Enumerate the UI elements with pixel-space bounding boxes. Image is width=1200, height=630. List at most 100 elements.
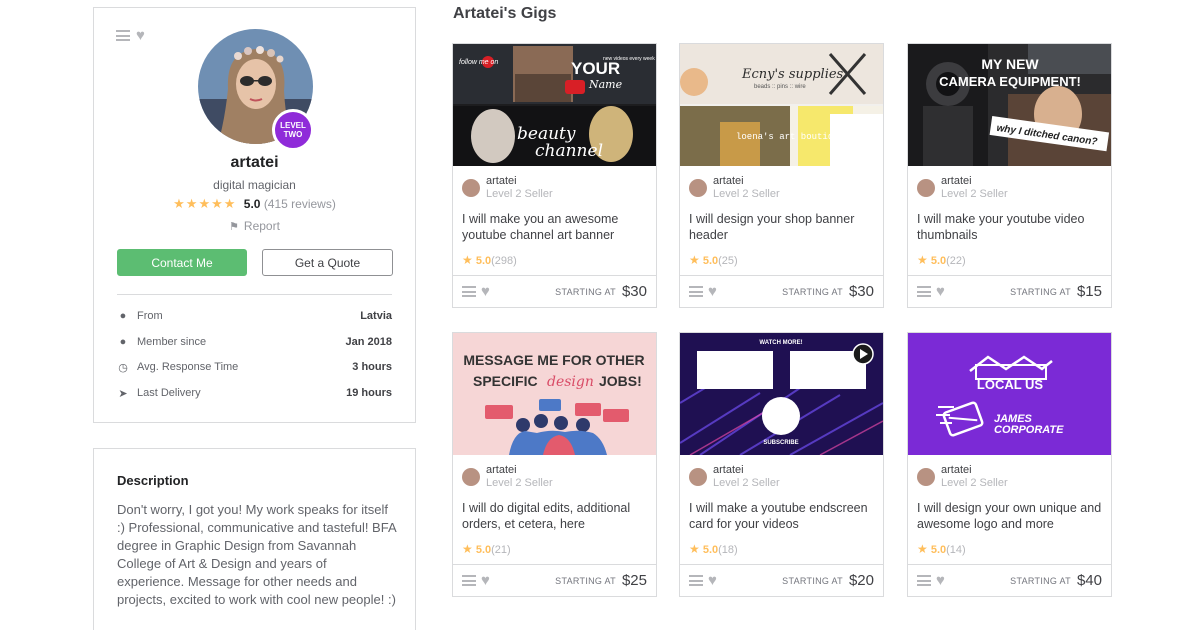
gig-thumb-text: MY NEW	[981, 56, 1039, 72]
gig-title[interactable]: I will make a youtube endscreen card for…	[689, 500, 875, 532]
report-link[interactable]: ⚑ Report	[94, 219, 415, 233]
gig-card[interactable]: LOCAL US JAMES CORPORATE artatei Level 2…	[907, 332, 1112, 597]
rating-count[interactable]: (415 reviews)	[264, 197, 336, 211]
gig-rating: ★ 5.0(14)	[917, 542, 966, 556]
gig-title[interactable]: I will make your youtube video thumbnail…	[917, 211, 1103, 243]
seller-level: Level 2 Seller	[713, 188, 780, 200]
gig-price: $30	[621, 283, 647, 300]
menu-icon[interactable]	[689, 286, 703, 297]
seller-avatar[interactable]	[689, 468, 707, 486]
heart-icon[interactable]: ♥	[936, 573, 945, 588]
gig-rating-count: (298)	[491, 255, 517, 267]
starting-at-label: STARTING AT	[782, 575, 843, 586]
gig-thumbnail[interactable]: LOCAL US JAMES CORPORATE	[908, 333, 1111, 455]
gig-rating-score: 5.0	[702, 544, 719, 556]
gig-title[interactable]: I will design your shop banner header	[689, 211, 875, 243]
seller-avatar[interactable]	[462, 468, 480, 486]
gig-card[interactable]: follow me on new videos every week YOUR …	[452, 43, 657, 308]
gig-footer: ♥ STARTING AT $40	[908, 564, 1111, 596]
gig-rating-score: 5.0	[930, 544, 947, 556]
seller-name[interactable]: artatei	[713, 464, 780, 477]
seller-avatar[interactable]	[917, 468, 935, 486]
gig-thumbnail[interactable]: MY NEW CAMERA EQUIPMENT! why I ditched c…	[908, 44, 1111, 166]
seller-level: Level 2 Seller	[941, 477, 1008, 489]
gig-rating-count: (22)	[946, 255, 966, 267]
contact-me-button[interactable]: Contact Me	[117, 249, 247, 276]
seller-avatar[interactable]	[917, 179, 935, 197]
gig-thumb-text: CORPORATE	[994, 424, 1064, 436]
gig-thumbnail[interactable]: Ecny's supplies beads :: pins :: wire lo…	[680, 44, 883, 166]
description-card: Description Don't worry, I got you! My w…	[93, 448, 416, 630]
seller-level: Level 2 Seller	[486, 188, 553, 200]
stat-label: From	[137, 310, 163, 322]
gig-thumb-text: LOCAL US	[977, 377, 1044, 392]
seller-name[interactable]: artatei	[941, 464, 1008, 477]
seller-name[interactable]: artatei	[941, 175, 1008, 188]
seller-avatar[interactable]	[689, 179, 707, 197]
gig-footer: ♥ STARTING AT $30	[680, 275, 883, 307]
gig-thumb-text: loena's art boutique	[736, 132, 844, 142]
menu-icon[interactable]	[462, 575, 476, 586]
heart-icon[interactable]: ♥	[136, 28, 145, 43]
starting-at-label: STARTING AT	[555, 286, 616, 297]
gig-card[interactable]: MESSAGE ME FOR OTHER SPECIFIC design JOB…	[452, 332, 657, 597]
gig-rating-count: (18)	[718, 544, 738, 556]
gig-thumbnail[interactable]: follow me on new videos every week YOUR …	[453, 44, 656, 166]
menu-icon[interactable]	[689, 575, 703, 586]
username[interactable]: artatei	[94, 154, 415, 172]
gig-thumb-text: design	[547, 374, 594, 390]
heart-icon[interactable]: ♥	[708, 284, 717, 299]
gig-price: $20	[848, 572, 874, 589]
heart-icon[interactable]: ♥	[936, 284, 945, 299]
gig-thumb-text: WATCH MORE!	[759, 340, 802, 346]
stat-value: 19 hours	[346, 387, 392, 399]
menu-icon[interactable]	[116, 30, 130, 41]
menu-icon[interactable]	[917, 286, 931, 297]
gig-card[interactable]: WATCH MORE! SUBSCRIBE artatei Level 2 Se…	[679, 332, 884, 597]
gig-title[interactable]: I will make you an awesome youtube chann…	[462, 211, 648, 243]
profile-actions: ♥	[116, 28, 145, 43]
star-icon: ★	[917, 542, 928, 556]
menu-icon[interactable]	[917, 575, 931, 586]
seller-name[interactable]: artatei	[713, 175, 780, 188]
gig-footer: ♥ STARTING AT $25	[453, 564, 656, 596]
get-a-quote-button[interactable]: Get a Quote	[262, 249, 393, 276]
star-rating-icon: ★★★★★	[173, 196, 237, 211]
seller-avatar[interactable]	[462, 179, 480, 197]
gig-price: $15	[1076, 283, 1102, 300]
heart-icon[interactable]: ♥	[708, 573, 717, 588]
gig-price: $40	[1076, 572, 1102, 589]
gig-thumb-text: beads :: pins :: wire	[754, 84, 806, 90]
description-title: Description	[117, 473, 189, 488]
heart-icon[interactable]: ♥	[481, 573, 490, 588]
gig-card[interactable]: MY NEW CAMERA EQUIPMENT! why I ditched c…	[907, 43, 1112, 308]
gig-footer: ♥ STARTING AT $30	[453, 275, 656, 307]
seller-name[interactable]: artatei	[486, 175, 553, 188]
user-icon: ●	[119, 336, 127, 348]
clock-icon: ◷	[118, 361, 128, 374]
gig-thumbnail[interactable]: WATCH MORE! SUBSCRIBE	[680, 333, 883, 455]
profile-card: ♥ LEVEL TWO artatei digital magician ★★★…	[93, 7, 416, 423]
gig-rating-score: 5.0	[475, 544, 492, 556]
gig-rating-score: 5.0	[475, 255, 492, 267]
menu-icon[interactable]	[462, 286, 476, 297]
seller-name[interactable]: artatei	[486, 464, 553, 477]
gig-thumb-text: SPECIFIC	[473, 373, 538, 389]
flag-icon: ⚑	[229, 221, 239, 233]
gig-title[interactable]: I will do digital edits, additional orde…	[462, 500, 648, 532]
gig-rating-count: (25)	[718, 255, 738, 267]
heart-icon[interactable]: ♥	[481, 284, 490, 299]
stat-member-since: ● Member since Jan 2018	[117, 334, 392, 350]
gig-rating-count: (14)	[946, 544, 966, 556]
gig-card[interactable]: Ecny's supplies beads :: pins :: wire lo…	[679, 43, 884, 308]
gig-thumb-text: YOUR	[571, 59, 620, 78]
star-icon: ★	[917, 253, 928, 267]
level-badge-line2: TWO	[283, 130, 303, 139]
gig-title[interactable]: I will design your own unique and awesom…	[917, 500, 1103, 532]
gig-rating-score: 5.0	[930, 255, 947, 267]
gig-rating-score: 5.0	[702, 255, 719, 267]
gig-thumbnail[interactable]: MESSAGE ME FOR OTHER SPECIFIC design JOB…	[453, 333, 656, 455]
report-label: Report	[243, 219, 280, 233]
gig-rating-count: (21)	[491, 544, 511, 556]
starting-at-label: STARTING AT	[555, 575, 616, 586]
